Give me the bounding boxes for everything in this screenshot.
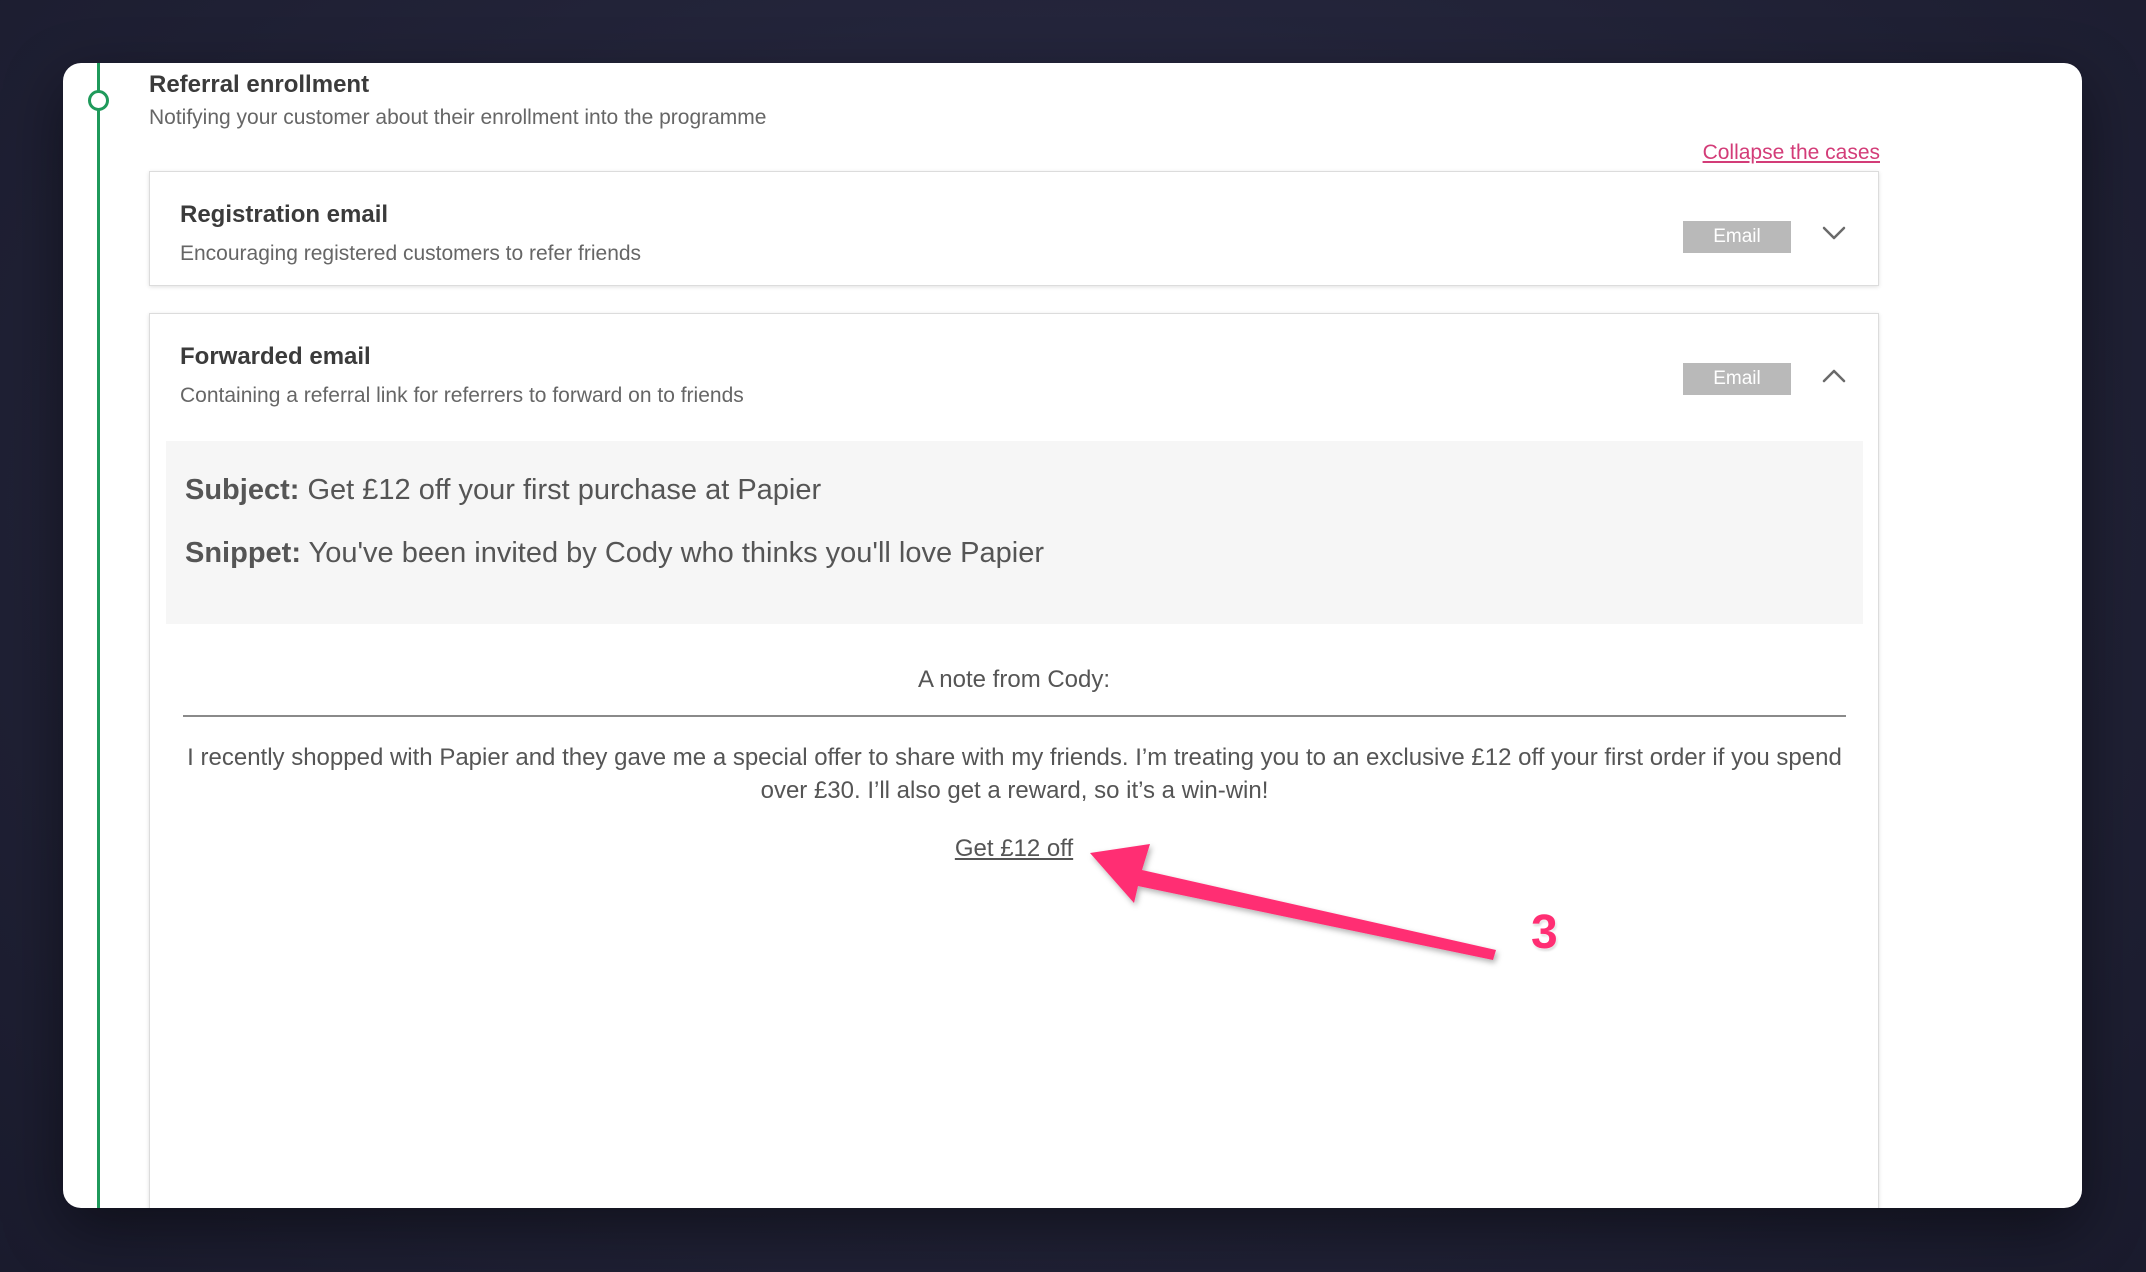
card-title: Registration email	[180, 201, 389, 228]
app-window: Referral enrollment Notifying your custo…	[63, 63, 2082, 1208]
chevron-down-icon[interactable]	[1817, 216, 1851, 250]
cta-container: Get £12 off	[150, 835, 1878, 863]
collapse-cases-link[interactable]: Collapse the cases	[1703, 141, 1880, 165]
email-subject-line: Subject: Get £12 off your first purchase…	[185, 474, 821, 507]
subject-label: Subject:	[185, 474, 300, 506]
chevron-up-icon[interactable]	[1817, 358, 1851, 392]
card-description: Containing a referral link for referrers…	[180, 384, 744, 407]
card-description: Encouraging registered customers to refe…	[180, 242, 642, 265]
email-preview-panel: Subject: Get £12 off your first purchase…	[166, 441, 1863, 624]
subject-text: Get £12 off your first purchase at Papie…	[307, 474, 822, 506]
timeline-line	[97, 63, 100, 1208]
section-subtitle: Notifying your customer about their enro…	[149, 106, 767, 129]
channel-badge: Email	[1683, 221, 1791, 253]
section-title: Referral enrollment	[149, 71, 370, 98]
timeline-node	[88, 90, 109, 111]
card-registration-email[interactable]: Registration email Encouraging registere…	[149, 171, 1879, 286]
card-title: Forwarded email	[180, 343, 371, 370]
snippet-text: You've been invited by Cody who thinks y…	[308, 537, 1044, 569]
step-number-badge: 3	[1531, 906, 1558, 959]
email-snippet-line: Snippet: You've been invited by Cody who…	[185, 537, 1044, 570]
card-forwarded-email: Forwarded email Containing a referral li…	[149, 313, 1879, 1208]
channel-badge: Email	[1683, 363, 1791, 395]
note-header: A note from Cody:	[917, 666, 1111, 693]
note-divider	[183, 715, 1846, 717]
snippet-label: Snippet:	[185, 537, 301, 569]
note-body: I recently shopped with Papier and they …	[187, 744, 1842, 804]
get-offer-link[interactable]: Get £12 off	[955, 835, 1073, 862]
